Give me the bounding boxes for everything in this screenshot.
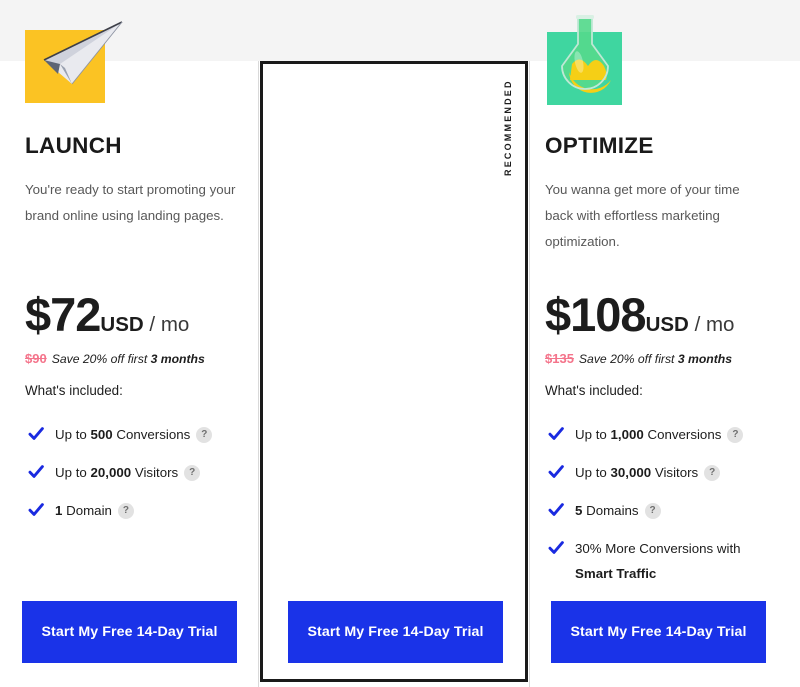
price-launch: $72USD / mo — [25, 287, 189, 342]
plan-card-accelerate: 20 30 40 50 60 10 0 ACCELERATE You need … — [530, 0, 797, 687]
pricing-table: LAUNCH You're ready to start promoting y… — [0, 0, 800, 687]
plan-name-launch: LAUNCH — [25, 133, 122, 158]
cta-start-trial-optimize[interactable]: Start My Free 14-Day Trial — [288, 601, 503, 663]
plan-card-launch: LAUNCH You're ready to start promoting y… — [0, 0, 267, 687]
feature-suffix: Visitors — [131, 465, 179, 480]
tooltip-icon[interactable]: ? — [184, 465, 201, 481]
feature-list-launch: Up to 500 Conversions? Up to 20,000 Visi… — [25, 424, 260, 538]
paper-plane-icon — [22, 12, 132, 112]
cta-start-trial-accelerate[interactable]: Start My Free 14-Day Trial — [551, 601, 766, 663]
cta-start-trial-launch[interactable]: Start My Free 14-Day Trial — [22, 601, 237, 663]
feature-item: Up to 500 Conversions? — [25, 424, 260, 445]
recommended-badge: RECOMMENDED — [503, 79, 513, 177]
plan-description-launch: You're ready to start promoting your bra… — [25, 182, 236, 223]
check-icon — [28, 502, 44, 518]
plan-card-optimize: OPTIMIZE You wanna get more of your time… — [260, 0, 744, 687]
tooltip-icon[interactable]: ? — [117, 503, 134, 519]
feature-item: 1 Domain? — [25, 500, 260, 521]
check-icon — [28, 464, 44, 480]
feature-suffix: Domain — [62, 503, 112, 518]
tooltip-icon[interactable]: ? — [196, 427, 213, 443]
old-price-launch: $90 — [25, 351, 47, 366]
discount-row-launch: $90 Save 20% off first 3 months — [25, 351, 205, 366]
save-text-launch: Save 20% off first — [51, 352, 151, 366]
feature-value: 20,000 — [90, 465, 132, 480]
save-duration-launch: 3 months — [150, 352, 205, 366]
price-currency-launch: USD — [100, 313, 144, 336]
included-label-launch: What's included: — [25, 383, 123, 398]
feature-prefix: Up to — [55, 427, 91, 442]
feature-suffix: Conversions — [112, 427, 191, 442]
check-icon — [28, 426, 44, 442]
price-amount-launch: $72 — [25, 288, 101, 341]
feature-prefix: Up to — [55, 465, 91, 480]
feature-value: 500 — [90, 427, 113, 442]
feature-item: Up to 20,000 Visitors? — [25, 462, 260, 483]
price-period-launch: / mo — [149, 313, 190, 336]
